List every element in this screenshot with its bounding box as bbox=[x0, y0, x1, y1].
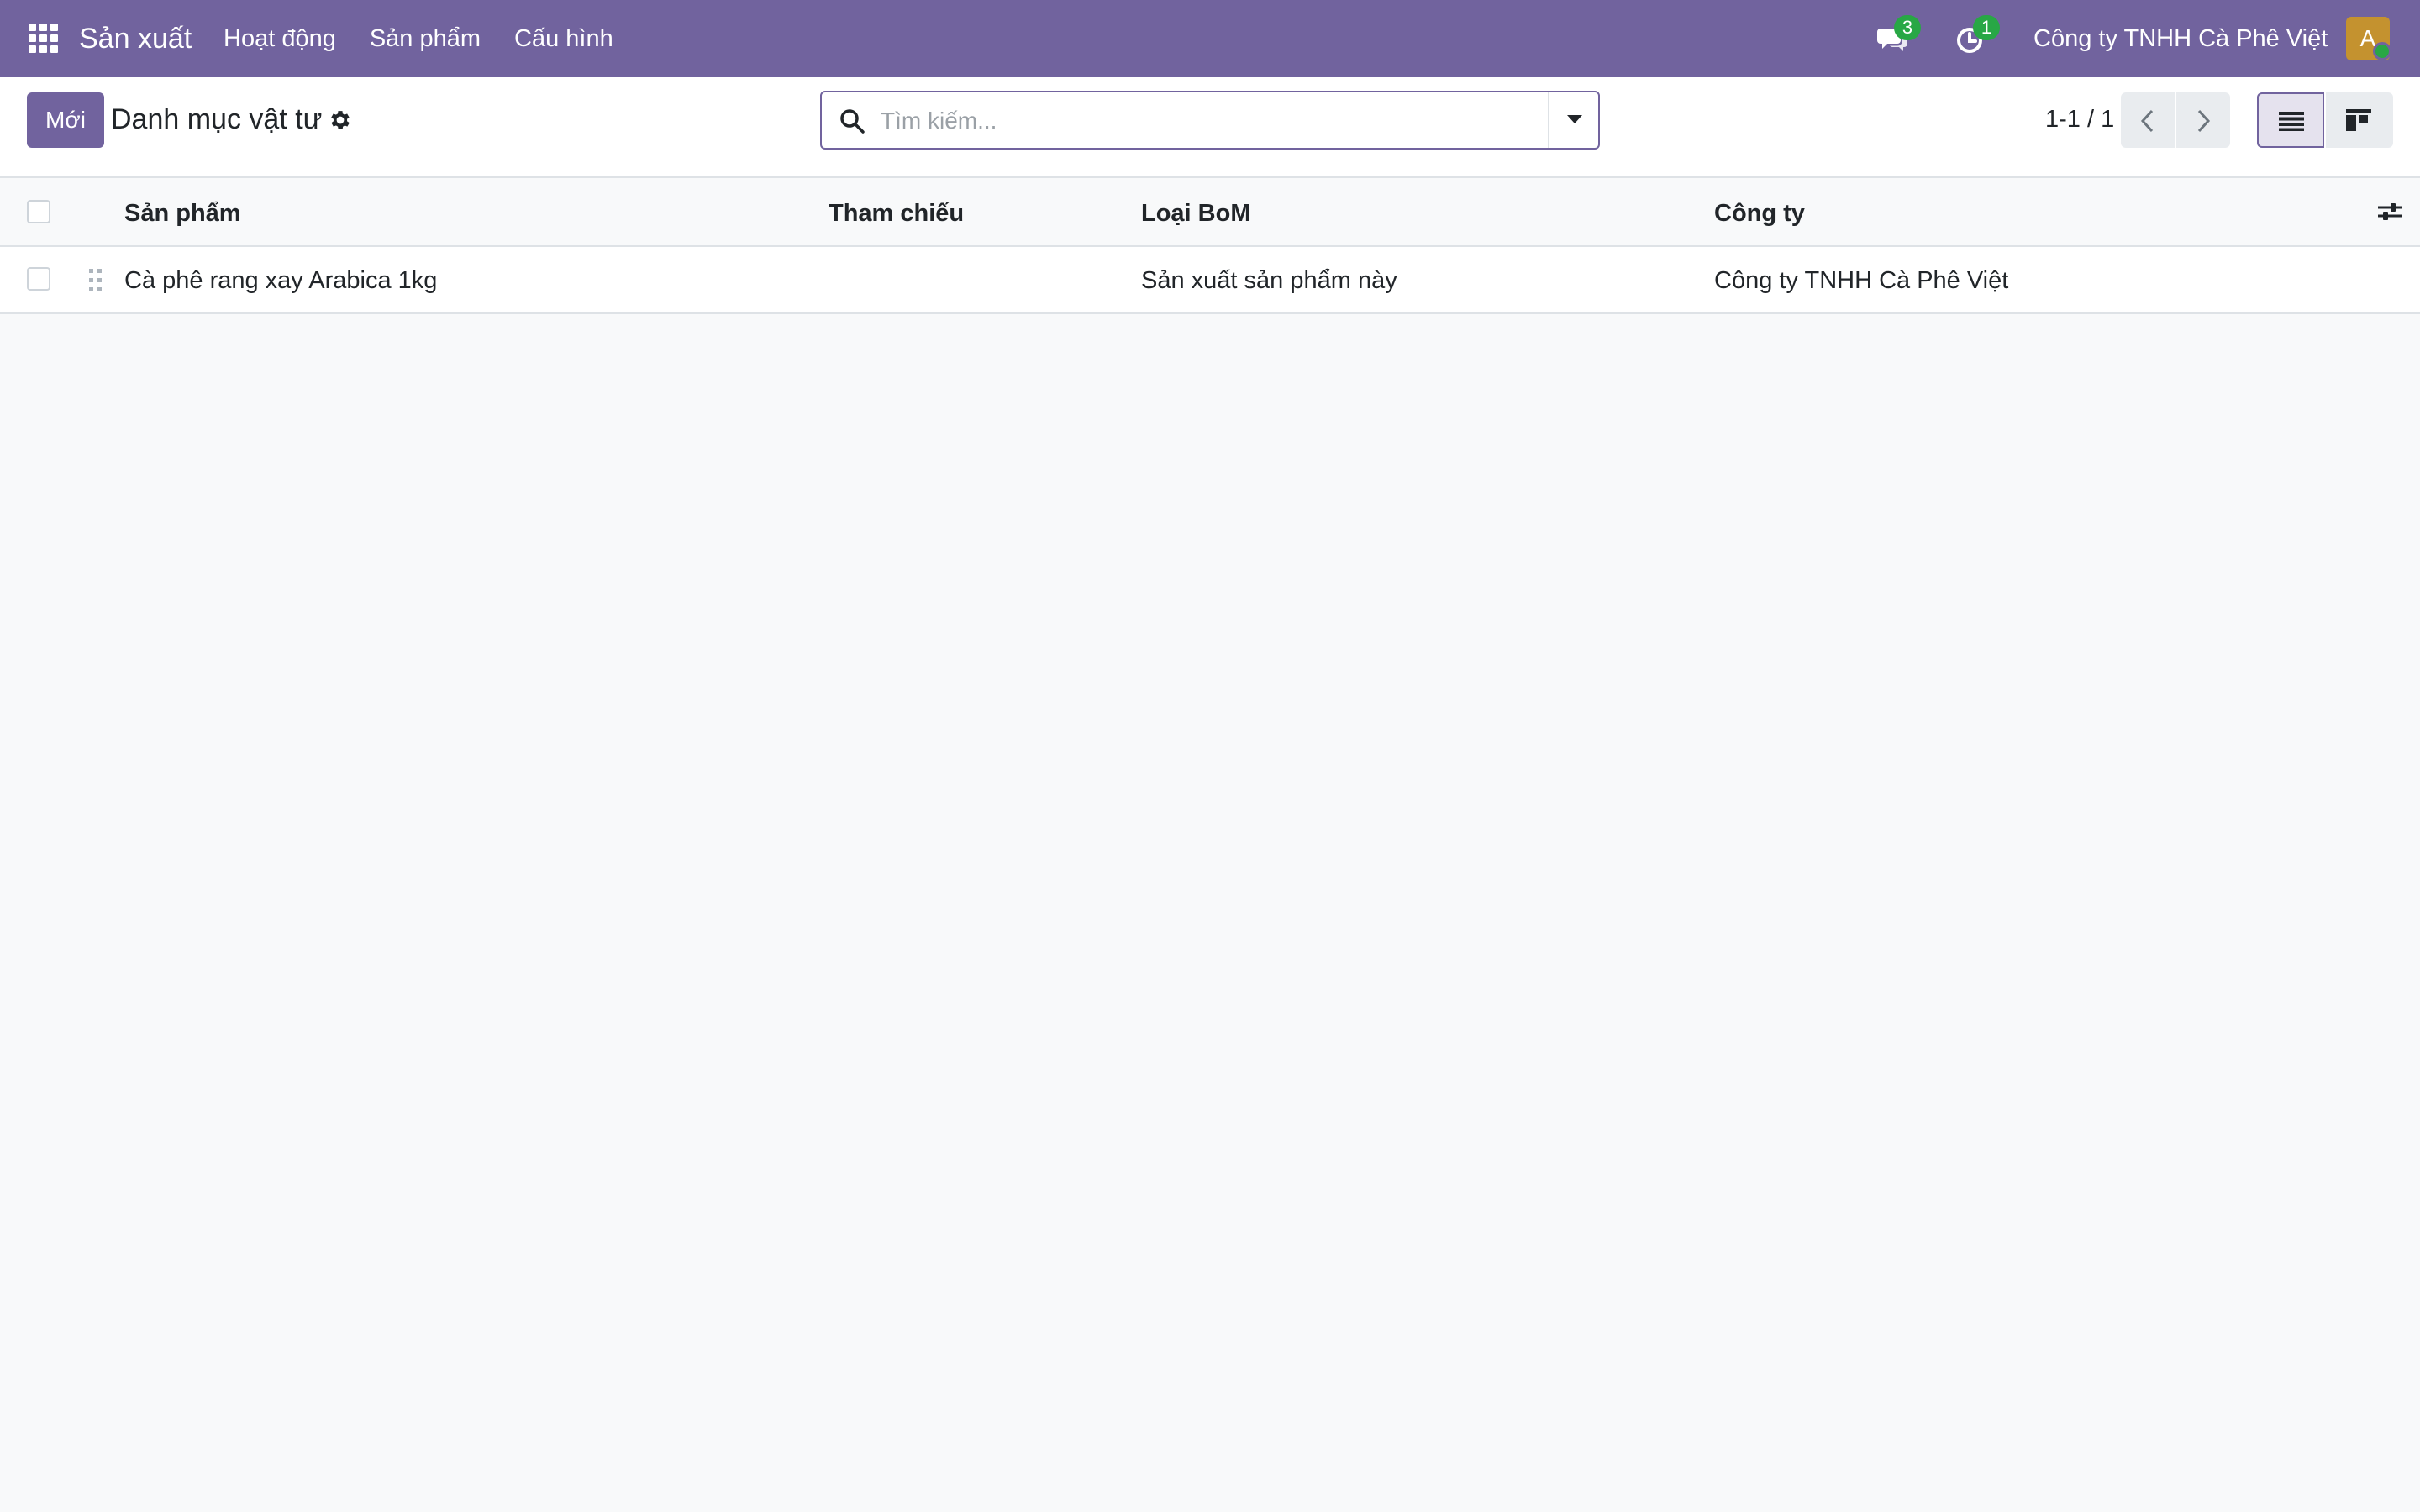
drag-handle-icon[interactable] bbox=[87, 267, 104, 294]
menu-item-configuration[interactable]: Cấu hình bbox=[514, 22, 613, 55]
company-switcher[interactable]: Công ty TNHH Cà Phê Việt bbox=[2033, 22, 2328, 55]
row-checkbox[interactable] bbox=[27, 267, 50, 291]
search-box bbox=[820, 91, 1600, 150]
table-row[interactable]: Cà phê rang xay Arabica 1kg Sản xuất sản… bbox=[0, 247, 2420, 314]
chevron-left-icon bbox=[2140, 109, 2154, 133]
list-view-icon bbox=[2279, 112, 2304, 131]
search-icon bbox=[839, 108, 865, 134]
top-navbar: Sản xuất Hoạt động Sản phẩm Cấu hình 3 1… bbox=[0, 0, 2420, 77]
new-button[interactable]: Mới bbox=[27, 92, 104, 148]
pager-value[interactable]: 1-1 / 1 bbox=[2045, 102, 2114, 136]
search-input[interactable] bbox=[881, 101, 1519, 141]
cell-company: Công ty TNHH Cà Phê Việt bbox=[1714, 267, 2009, 294]
messages-badge: 3 bbox=[1894, 15, 1921, 40]
search-options-toggle[interactable] bbox=[1548, 92, 1598, 148]
menu-item-operations[interactable]: Hoạt động bbox=[224, 22, 336, 55]
cell-product: Cà phê rang xay Arabica 1kg bbox=[124, 267, 438, 294]
kanban-view-icon bbox=[2346, 109, 2371, 131]
list-header: Sản phẩm Tham chiếu Loại BoM Công ty bbox=[0, 178, 2420, 247]
activities-button[interactable]: 1 bbox=[1954, 15, 2000, 55]
gear-icon[interactable] bbox=[328, 108, 353, 133]
activities-badge: 1 bbox=[1973, 15, 2000, 40]
select-all-checkbox[interactable] bbox=[27, 200, 50, 223]
apps-menu-icon[interactable] bbox=[29, 24, 59, 54]
messages-button[interactable]: 3 bbox=[1876, 15, 1921, 55]
pager-next-button[interactable] bbox=[2176, 92, 2230, 148]
list-view-button[interactable] bbox=[2257, 92, 2324, 148]
control-panel: Mới Danh mục vật tư 1-1 / 1 bbox=[0, 77, 2420, 178]
main-menu: Hoạt động Sản phẩm Cấu hình bbox=[224, 22, 647, 55]
breadcrumb: Danh mục vật tư bbox=[111, 103, 323, 135]
pager-previous-button[interactable] bbox=[2121, 92, 2175, 148]
chevron-right-icon bbox=[2197, 109, 2211, 133]
column-header-product[interactable]: Sản phẩm bbox=[124, 197, 241, 230]
kanban-view-button[interactable] bbox=[2326, 92, 2393, 148]
column-header-bom-type[interactable]: Loại BoM bbox=[1141, 197, 1251, 230]
online-status-dot bbox=[2373, 42, 2391, 60]
app-brand[interactable]: Sản xuất bbox=[79, 20, 192, 57]
column-header-reference[interactable]: Tham chiếu bbox=[829, 197, 964, 230]
caret-down-icon bbox=[1567, 115, 1582, 123]
cell-bom-type: Sản xuất sản phẩm này bbox=[1141, 267, 1397, 294]
optional-columns-icon[interactable] bbox=[2376, 198, 2403, 225]
column-header-company[interactable]: Công ty bbox=[1714, 197, 1805, 230]
menu-item-products[interactable]: Sản phẩm bbox=[370, 22, 481, 55]
